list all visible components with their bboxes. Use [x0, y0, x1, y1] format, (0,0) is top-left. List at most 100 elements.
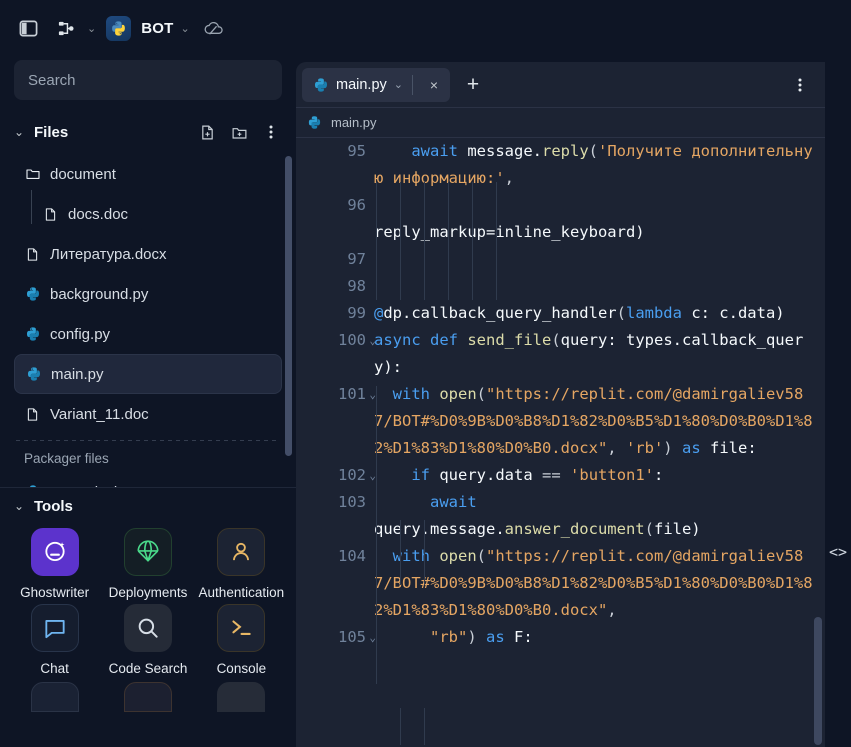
- code-line: 99 @dp.callback_query_handler(lambda c: …: [296, 300, 825, 327]
- tree-item-background-py[interactable]: background.py: [14, 274, 282, 314]
- tool-label: Deployments: [108, 585, 188, 600]
- fold-chevron-icon[interactable]: ⌄: [369, 327, 376, 354]
- chevron-down-icon[interactable]: ⌄: [14, 499, 28, 513]
- code-line-wrap: query.message.answer_document(file): [296, 516, 825, 543]
- chevron-down-icon[interactable]: ⌄: [14, 125, 28, 139]
- tool-chat[interactable]: Chat: [8, 604, 101, 676]
- code-line: 100 ⌄ async def send_file(query: types.ca…: [296, 327, 825, 381]
- code-editor[interactable]: 95 await message.reply('Получите дополни…: [296, 138, 825, 745]
- line-content: query.message.answer_document(file): [374, 520, 701, 538]
- tree-item-main-py[interactable]: main.py: [14, 354, 282, 394]
- files-section-header[interactable]: ⌄ Files: [0, 114, 296, 150]
- line-content: with open("https://replit.com/@damirgali…: [374, 385, 813, 457]
- line-content: await message.reply('Получите дополнител…: [374, 142, 813, 187]
- line-number: 97: [347, 250, 366, 268]
- line-content: with open("https://replit.com/@damirgali…: [374, 547, 813, 619]
- files-panel: ⌄ Files document docs.doc Литература.doc…: [0, 114, 296, 488]
- branch-icon[interactable]: [52, 14, 80, 42]
- code-line: 96: [296, 192, 825, 219]
- tree-item-label: Variant_11.doc: [50, 405, 149, 423]
- file-icon: [42, 206, 59, 223]
- tree-item-label: main.py: [51, 365, 104, 383]
- code-line-wrap: reply_markup=inline_keyboard): [296, 219, 825, 246]
- files-scrollbar[interactable]: [285, 156, 292, 456]
- line-content: @dp.callback_query_handler(lambda c: c.d…: [374, 304, 785, 322]
- sidebar-toggle-icon[interactable]: [14, 14, 42, 42]
- line-content: reply_markup=inline_keyboard): [374, 223, 645, 241]
- ghostwriter-icon: [30, 528, 79, 576]
- line-number: 104: [338, 547, 366, 565]
- line-content: await: [430, 493, 477, 511]
- tool-placeholder-icon: [123, 682, 172, 712]
- tool-code-search[interactable]: Code Search: [101, 604, 194, 676]
- new-folder-icon[interactable]: [226, 119, 252, 145]
- line-number: 98: [347, 277, 366, 295]
- tree-item-label: config.py: [50, 325, 111, 343]
- tool-row3-item-2[interactable]: [101, 682, 194, 721]
- folder-icon: [24, 166, 41, 183]
- search-input[interactable]: Search: [14, 60, 282, 100]
- line-content: [374, 192, 825, 219]
- close-icon[interactable]: ×: [422, 73, 446, 97]
- tool-label: Ghostwriter: [20, 585, 90, 600]
- tree-item-config-py[interactable]: config.py: [14, 314, 282, 354]
- tree-item-poetry-lock[interactable]: poetry.lock: [14, 472, 282, 487]
- tool-placeholder-icon: [30, 682, 79, 712]
- main-layout: Search ⌄ Files document docs.doc Литерат…: [0, 56, 851, 747]
- python-icon: [24, 286, 41, 303]
- branch-chevron-down-icon[interactable]: ⌄: [87, 22, 96, 35]
- tool-console[interactable]: Console: [195, 604, 288, 676]
- files-more-icon[interactable]: [258, 119, 284, 145]
- repl-chevron-down-icon[interactable]: ⌄: [180, 22, 189, 35]
- tool-ghostwriter[interactable]: Ghostwriter: [8, 528, 101, 600]
- tool-authentication[interactable]: Authentication: [195, 528, 288, 600]
- line-number: 99: [347, 304, 366, 322]
- code-line: 95 await message.reply('Получите дополни…: [296, 138, 825, 192]
- chat-bubble-icon: [30, 604, 79, 652]
- code-expand-icon[interactable]: <>: [829, 543, 847, 561]
- line-content: async def send_file(query: types.callbac…: [374, 331, 804, 376]
- sidebar: Search ⌄ Files document docs.doc Литерат…: [0, 56, 296, 747]
- tree-item-docs-doc[interactable]: docs.doc: [32, 194, 282, 234]
- tab-separator: [412, 74, 413, 95]
- editor-tabbar: main.py ⌄ × +: [296, 62, 825, 108]
- tree-item-variant-11-doc[interactable]: Variant_11.doc: [14, 394, 282, 434]
- python-repl-icon: [106, 15, 132, 41]
- magnifier-icon: [123, 604, 172, 652]
- parachute-icon: [123, 528, 172, 576]
- new-file-icon[interactable]: [194, 119, 220, 145]
- editor-container: main.py ⌄ × + main.py 95 await message.r…: [296, 62, 825, 747]
- tool-label: Code Search: [108, 661, 188, 676]
- fold-chevron-icon[interactable]: ⌄: [369, 624, 376, 651]
- python-icon: [24, 326, 41, 343]
- tool-label: Chat: [40, 661, 69, 676]
- tree-item-label: background.py: [50, 285, 149, 303]
- tool-row3-item-3[interactable]: [195, 682, 288, 721]
- file-tree: document docs.doc Литература.docx backgr…: [0, 150, 296, 487]
- tool-row3-item-1[interactable]: [8, 682, 101, 721]
- editor-more-icon[interactable]: [789, 74, 811, 96]
- python-icon: [25, 366, 42, 383]
- tab-chevron-down-icon[interactable]: ⌄: [394, 78, 403, 91]
- repl-title: BOT: [141, 19, 174, 37]
- breadcrumb: main.py: [296, 108, 825, 138]
- editor-scrollbar[interactable]: [814, 617, 822, 745]
- line-content: [374, 273, 825, 300]
- cloud-check-icon[interactable]: [200, 14, 228, 42]
- tab-main-py[interactable]: main.py ⌄ ×: [302, 67, 450, 102]
- fold-chevron-icon[interactable]: ⌄: [369, 381, 376, 408]
- tool-deployments[interactable]: Deployments: [101, 528, 194, 600]
- tools-grid-row3-partial: [0, 676, 296, 721]
- line-number: 101 ⌄: [296, 381, 376, 462]
- tree-item-document[interactable]: document: [14, 154, 282, 194]
- packager-files-label: Packager files: [24, 451, 109, 466]
- line-content: [374, 246, 825, 273]
- fold-chevron-icon[interactable]: ⌄: [369, 462, 376, 489]
- top-toolbar: ⌄ BOT ⌄: [0, 0, 851, 56]
- tree-item-label: document: [50, 165, 116, 183]
- editor-pane: main.py ⌄ × + main.py 95 await message.r…: [296, 56, 851, 747]
- tree-item-label: docs.doc: [68, 205, 129, 223]
- new-tab-button[interactable]: +: [458, 70, 488, 100]
- tools-section-header[interactable]: ⌄ Tools: [0, 488, 296, 524]
- tree-item-literatura-docx[interactable]: Литература.docx: [14, 234, 282, 274]
